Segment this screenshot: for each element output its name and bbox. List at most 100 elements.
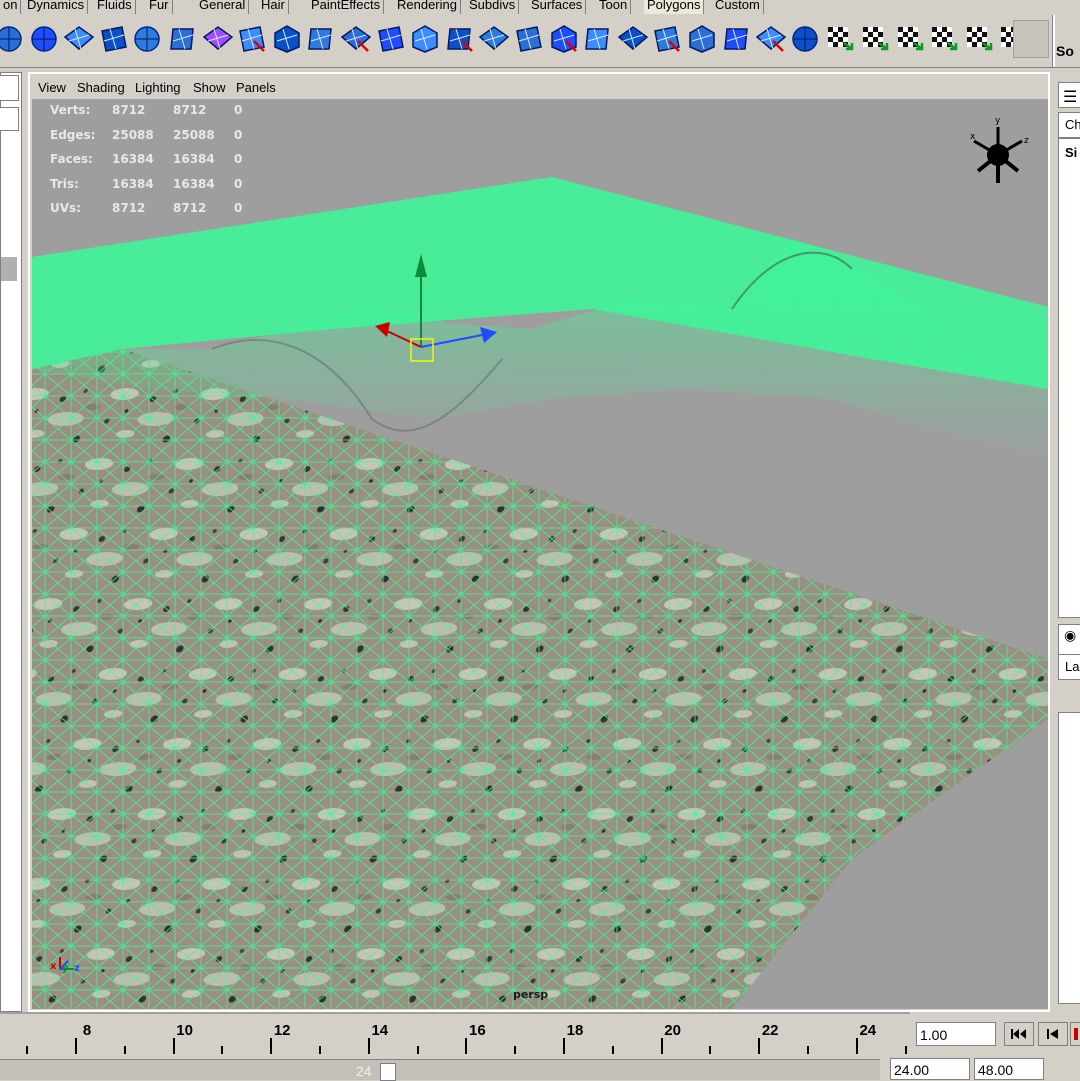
chamfer-icon[interactable]: [615, 21, 649, 55]
step-back-button[interactable]: [1038, 1022, 1068, 1046]
poly-subdivide-icon[interactable]: [580, 21, 614, 55]
channel-box[interactable]: Si: [1058, 138, 1080, 618]
checker-map-x-icon[interactable]: [857, 21, 891, 55]
go-to-start-button[interactable]: [1004, 1022, 1034, 1046]
checker-sphere-icon[interactable]: [892, 21, 926, 55]
compass-y-label: y: [995, 116, 1001, 126]
menu-view[interactable]: View: [38, 80, 66, 95]
shelf-tab-toon[interactable]: Toon: [596, 0, 632, 14]
menu-lighting[interactable]: Lighting: [135, 80, 181, 95]
sphere-map-icon[interactable]: [788, 21, 822, 55]
shelf-tabs: on Dynamics Fluids Fur General Hair PaintEffec…: [0, 0, 1080, 14]
split-polygon-icon[interactable]: [269, 21, 303, 55]
hud-value: 16384: [173, 152, 215, 166]
timeline-tick: [367, 1038, 370, 1054]
shelf-tab-on[interactable]: on: [0, 0, 22, 14]
timeline-tick: [75, 1038, 77, 1054]
origin-z-label: z: [74, 963, 80, 974]
time-slider[interactable]: 8 10 12 14 16 18 20 22 24: [0, 1012, 910, 1056]
shelf-tab-rendering[interactable]: Rendering: [394, 0, 461, 14]
hud-label: Edges:: [50, 127, 96, 142]
timeline-tick-label: 18: [566, 1022, 584, 1039]
timeline-tick: [416, 1046, 419, 1054]
shelf-tab-hair[interactable]: Hair: [258, 0, 289, 14]
timeline-tick: [611, 1046, 614, 1054]
timeline-tick: [172, 1038, 175, 1054]
shelf-tab-dynamics[interactable]: Dynamics: [24, 0, 89, 14]
right-panel: ☰ Ch Si ◉ La: [1056, 72, 1080, 1012]
timeline-tick: [904, 1046, 907, 1054]
sphere-partial-icon[interactable]: [0, 21, 26, 55]
soccer-sphere-icon[interactable]: [27, 21, 61, 55]
layer-tab[interactable]: La: [1058, 654, 1080, 680]
shelf-tab-subdivs[interactable]: Subdivs: [466, 0, 520, 14]
channel-box-tab[interactable]: Ch: [1058, 112, 1080, 138]
timeline-tick: [807, 1046, 809, 1054]
extrude-edge-icon[interactable]: [303, 21, 337, 55]
shelf-tab-surfaces[interactable]: Surfaces: [528, 0, 587, 14]
wedge-face-icon[interactable]: [338, 21, 372, 55]
perspective-viewport[interactable]: y x z x y z Verts: 8712 8712 0 Edges: 25088 25…: [32, 99, 1048, 1009]
poly-bevel-icon[interactable]: [373, 21, 407, 55]
end-time-field[interactable]: 24.00: [890, 1058, 970, 1080]
hud-value: 25088: [112, 127, 154, 142]
split-edge-icon[interactable]: [476, 21, 510, 55]
uv-texture-editor-icon[interactable]: [753, 21, 787, 55]
poly-plane-icon[interactable]: [61, 21, 95, 55]
range-handle[interactable]: [380, 1063, 396, 1081]
menu-shading[interactable]: Shading: [77, 80, 125, 95]
insert-edge-loop-icon[interactable]: [546, 21, 580, 55]
checker-map-icon[interactable]: [822, 21, 856, 55]
checker-text-icon[interactable]: [961, 21, 995, 55]
poly-append-icon[interactable]: [649, 21, 683, 55]
hud-value: 16384: [173, 176, 215, 191]
channel-box-tab-label: Ch: [1065, 117, 1080, 132]
poly-sphere-icon[interactable]: [130, 21, 164, 55]
channel-box-toggle[interactable]: ☰: [1058, 82, 1080, 108]
timeline-tick-label: 8: [82, 1022, 92, 1039]
left-scroll-thumb[interactable]: [1, 257, 17, 281]
left-panel-frame: [0, 72, 22, 1012]
timeline-tick-label: 24: [859, 1022, 877, 1039]
shelf-tab-polygons[interactable]: Polygons: [644, 0, 705, 14]
max-time-field[interactable]: 48.00: [974, 1058, 1044, 1080]
poly-cylinder-icon[interactable]: [442, 21, 476, 55]
merge-vertex-icon[interactable]: [407, 21, 441, 55]
timeline-tick: [514, 1046, 517, 1054]
checker-cube-icon[interactable]: [926, 21, 960, 55]
shelf-tab-painteffects[interactable]: PaintEffects: [308, 0, 385, 14]
current-frame-field[interactable]: 1.00: [916, 1022, 996, 1046]
poly-duplicate-icon[interactable]: [684, 21, 718, 55]
poly-planar-map-icon[interactable]: [719, 21, 753, 55]
hud-value: 0: [234, 103, 243, 117]
origin-x-label: x: [50, 961, 57, 972]
poly-smooth-icon[interactable]: [511, 21, 545, 55]
shelf-empty-slot[interactable]: [1013, 20, 1049, 58]
left-field-second[interactable]: [0, 107, 19, 131]
shelf-tab-fluids[interactable]: Fluids: [94, 0, 136, 14]
left-field-top[interactable]: [0, 75, 19, 101]
timeline-tick: [123, 1046, 126, 1054]
radio-icon: ◉: [1064, 627, 1077, 643]
hud-value: 16384: [112, 176, 154, 191]
extrude-face-icon[interactable]: [234, 21, 268, 55]
shelf-tab-general[interactable]: General: [196, 0, 250, 14]
menu-panels[interactable]: Panels: [236, 80, 276, 95]
layer-mode-radio[interactable]: ◉: [1058, 624, 1080, 656]
menu-show[interactable]: Show: [193, 80, 226, 95]
shelf-tab-fur[interactable]: Fur: [146, 0, 173, 14]
range-slider[interactable]: 24: [0, 1059, 880, 1081]
combine-icon[interactable]: [96, 21, 130, 55]
layer-list[interactable]: [1058, 712, 1080, 1004]
play-back-icon: [1074, 1028, 1078, 1040]
timeline-tick-label: 10: [176, 1022, 193, 1039]
compass-x-label: x: [970, 132, 976, 142]
hud-value: 16384: [112, 152, 154, 166]
hud-value: 8712: [112, 201, 146, 215]
shelf-tab-custom[interactable]: Custom: [712, 0, 764, 14]
poly-cube-purple-icon[interactable]: [200, 21, 234, 55]
timeline-tick: [319, 1046, 321, 1054]
view-compass-icon: [973, 127, 1023, 183]
play-back-button[interactable]: [1070, 1022, 1080, 1046]
poly-cube-icon[interactable]: [165, 21, 199, 55]
